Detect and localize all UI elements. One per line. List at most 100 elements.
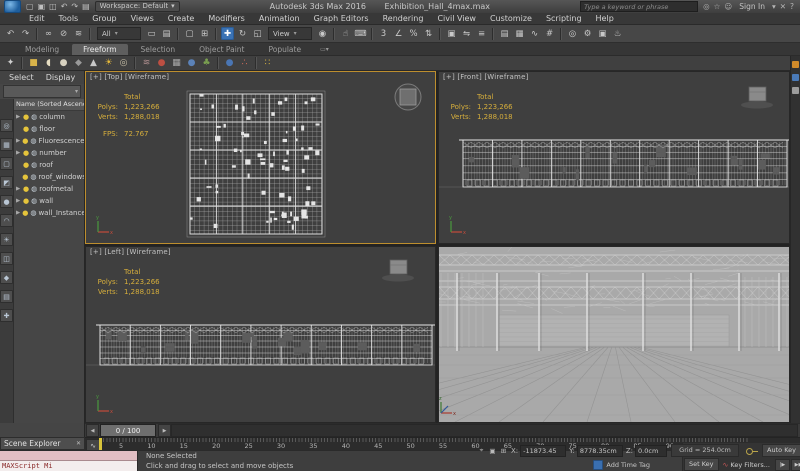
visibility-bulb-icon[interactable]: ● [22,173,28,181]
explorer-select-none-icon[interactable]: ▢ [0,157,13,170]
time-slider-handle[interactable]: 0 / 100 [100,424,156,437]
menu-item[interactable]: Views [124,13,161,25]
menu-item[interactable]: Tools [52,13,86,25]
undo-icon[interactable]: ↶ [59,1,70,12]
list-item[interactable]: ▶ ● ◍ Fluorescence [14,135,84,147]
maxscript-macro-row[interactable] [0,451,137,461]
visibility-bulb-icon[interactable]: ● [23,125,29,133]
sun-light-icon[interactable]: ☀ [102,57,115,70]
unlink-selection-icon[interactable]: ⊘ [57,27,70,40]
select-by-name-icon[interactable]: ▤ [160,27,173,40]
align-icon[interactable]: ≡ [475,27,488,40]
toolbar-icon[interactable] [492,27,494,40]
keyboard-override-icon[interactable]: ⌨ [354,27,367,40]
absolute-offset-mode-icon[interactable]: ⊞ [499,446,508,455]
ribbon-tab[interactable]: Populate [257,44,312,55]
redo-icon[interactable]: ↷ [69,1,80,12]
explorer-pick-icon[interactable]: ✚ [0,309,13,322]
search-icon[interactable]: ◎ [701,2,712,11]
red-sphere-icon[interactable]: ● [155,57,168,70]
sign-in-button[interactable]: Sign In [737,2,767,11]
toolbar-icon[interactable] [36,27,38,40]
use-pivot-point-icon[interactable]: ◉ [316,27,329,40]
help-search-box[interactable] [580,1,699,12]
time-tag-icon[interactable] [593,459,604,470]
snaps-toggle-icon[interactable]: 3 [377,27,390,40]
toolbar-icon[interactable] [560,27,562,40]
bind-to-space-warp-icon[interactable]: ≋ [72,27,85,40]
ribbon-tab[interactable]: Selection [130,44,187,55]
menu-item[interactable]: Rendering [376,13,431,25]
select-object-icon[interactable]: ▭ [145,27,158,40]
particles-icon[interactable]: ∴ [238,57,251,70]
explorer-display-cameras-icon[interactable]: ◫ [0,252,13,265]
curve-editor-icon[interactable]: ∿ [528,27,541,40]
save-file-icon[interactable]: ◫ [47,1,59,12]
window-crossing-icon[interactable]: ⊞ [198,27,211,40]
percent-snap-icon[interactable]: % [407,27,420,40]
viewport-label[interactable]: [+] [Top] [Wireframe] [90,73,169,81]
menu-item[interactable]: Modifiers [201,13,252,25]
expand-arrow-icon[interactable]: ▶ [16,138,20,144]
earth-sphere-icon[interactable]: ● [223,57,236,70]
toolbar-icon[interactable] [89,27,91,40]
auto-key-button[interactable]: Auto Key [762,444,800,457]
toolbar-icon[interactable] [371,27,373,40]
next-frame-button[interactable]: ▶ [158,424,171,437]
visibility-bulb-icon[interactable]: ● [23,161,29,169]
menu-item[interactable]: Graph Editors [307,13,376,25]
list-item[interactable]: ▶ ● ◍ number [14,147,84,159]
visibility-bulb-icon[interactable]: ● [23,113,29,121]
explorer-display-helpers-icon[interactable]: ◆ [0,271,13,284]
shelf-icon[interactable] [134,57,136,69]
command-panel-strip[interactable] [790,56,800,423]
menu-item[interactable]: Scripting [539,13,589,25]
viewport-label[interactable]: [+] [Front] [Wireframe] [443,73,529,81]
set-key-toggle-icon[interactable] [746,447,759,455]
app-logo-icon[interactable] [4,0,21,13]
dome-primitive-icon[interactable]: ◖ [42,57,55,70]
previous-frame-button[interactable]: ◀ [86,424,99,437]
select-and-link-icon[interactable]: ∞ [42,27,55,40]
dropdown-caret-icon[interactable]: ▾ [770,2,778,11]
expand-arrow-icon[interactable]: ▶ [16,150,21,156]
search-input[interactable] [581,2,698,11]
explorer-select-all-icon[interactable]: ▦ [0,138,13,151]
material-editor-icon[interactable]: ◎ [566,27,579,40]
menu-item[interactable]: Edit [22,13,52,25]
redo-icon[interactable]: ↷ [19,27,32,40]
set-key-button[interactable]: Set Key [684,458,719,471]
diamond-primitive-icon[interactable]: ◆ [72,57,85,70]
explorer-select-invert-icon[interactable]: ◩ [0,176,13,189]
select-and-scale-icon[interactable]: ◱ [251,27,264,40]
menu-item[interactable]: Animation [252,13,307,25]
visibility-bulb-icon[interactable]: ● [23,197,29,205]
ribbon-tab[interactable]: Object Paint [188,44,255,55]
toggle-scene-explorer-icon[interactable]: ▤ [498,27,511,40]
menu-item[interactable]: Create [161,13,202,25]
scene-explorer-titlebar[interactable]: Scene Explorer ✕ [0,437,85,450]
list-item[interactable]: ▶ ● ◍ wall_Instance [14,207,84,219]
shelf-icon[interactable] [21,57,23,69]
ribbon-tab[interactable]: Modeling [14,44,70,55]
go-to-end-icon[interactable]: ▶▶ [790,458,800,471]
explorer-search-input[interactable] [4,88,75,95]
list-item[interactable]: ▶ ● ◍ floor [14,123,84,135]
select-and-move-icon[interactable]: ✚ [221,27,234,40]
time-slider-track[interactable] [171,424,798,437]
command-panel-display-icon[interactable] [792,87,799,94]
command-panel-create-icon[interactable] [792,61,799,68]
menu-item[interactable]: Group [85,13,123,25]
add-time-tag[interactable]: Add Time Tag [606,461,650,469]
explorer-display-geometry-icon[interactable]: ● [0,195,13,208]
render-production-icon[interactable]: ♨ [611,27,624,40]
box-primitive-icon[interactable]: ■ [27,57,40,70]
color-dots-icon[interactable]: ∷ [261,57,274,70]
help-icon[interactable]: ? [788,2,796,11]
toolbar-icon[interactable] [333,27,335,40]
menu-item[interactable]: Civil View [430,13,483,25]
command-panel-modify-icon[interactable] [792,74,799,81]
selection-lock-icon[interactable]: ▣ [488,446,497,455]
exchange-apps-icon[interactable]: ✕ [778,2,788,11]
shelf-icon[interactable] [217,57,219,69]
